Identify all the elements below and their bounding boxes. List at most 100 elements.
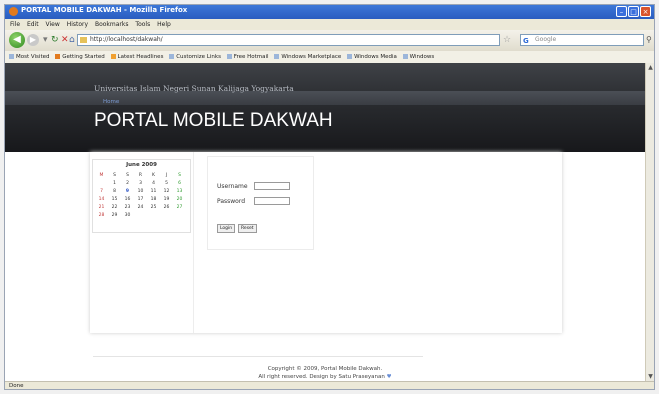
dropdown-icon[interactable]: ▾ bbox=[43, 35, 48, 45]
bookmark-item[interactable]: Most Visited bbox=[9, 51, 49, 63]
close-button[interactable]: × bbox=[640, 6, 651, 17]
menu-bar: File Edit View History Bookmarks Tools H… bbox=[5, 19, 654, 30]
bookmark-item[interactable]: Free Hotmail bbox=[226, 51, 269, 63]
login-form: Username Password Login Reset bbox=[207, 156, 314, 250]
vertical-scrollbar[interactable]: ▲ ▼ bbox=[645, 63, 654, 381]
calendar-day[interactable]: 30 bbox=[121, 211, 134, 219]
calendar-day[interactable]: 27 bbox=[173, 203, 186, 211]
search-icon[interactable]: ⚲ bbox=[646, 35, 652, 44]
calendar-week: 28 29 30 bbox=[95, 211, 186, 219]
credits-line: All right reserved. Design by Satu Prase… bbox=[5, 373, 645, 381]
bookmark-item[interactable]: Windows Marketplace bbox=[274, 51, 341, 63]
minimize-button[interactable]: – bbox=[616, 6, 627, 17]
menu-edit[interactable]: Edit bbox=[27, 19, 39, 30]
rss-icon bbox=[110, 54, 116, 59]
calendar-day[interactable]: 17 bbox=[134, 195, 147, 203]
calendar-day[interactable] bbox=[147, 211, 160, 219]
page-viewport: Universitas Islam Negeri Sunan Kalijaga … bbox=[5, 63, 645, 381]
calendar-day[interactable]: 24 bbox=[134, 203, 147, 211]
calendar-day[interactable]: 21 bbox=[95, 203, 108, 211]
bookmark-icon bbox=[9, 54, 14, 59]
calendar-day[interactable]: 18 bbox=[147, 195, 160, 203]
weekday-label: K bbox=[152, 172, 155, 178]
calendar-day[interactable]: 28 bbox=[95, 211, 108, 219]
bookmark-star-icon[interactable]: ☆ bbox=[503, 35, 511, 45]
forward-button[interactable]: ▶ bbox=[27, 34, 39, 46]
menu-history[interactable]: History bbox=[67, 19, 88, 30]
home-icon[interactable]: ⌂ bbox=[69, 35, 75, 45]
calendar-day[interactable]: 12 bbox=[160, 187, 173, 195]
reset-button[interactable]: Reset bbox=[238, 224, 257, 233]
calendar-day[interactable]: 20 bbox=[173, 195, 186, 203]
search-placeholder: Google bbox=[535, 36, 557, 43]
calendar-day[interactable] bbox=[134, 211, 147, 219]
calendar-day[interactable]: 29 bbox=[108, 211, 121, 219]
firefox-icon bbox=[9, 7, 18, 16]
weekday-label: S bbox=[113, 172, 116, 178]
scroll-down-icon[interactable]: ▼ bbox=[646, 372, 654, 381]
stop-icon[interactable]: ✕ bbox=[61, 35, 69, 45]
calendar-day[interactable]: 16 bbox=[121, 195, 134, 203]
calendar-day[interactable]: 4 bbox=[147, 179, 160, 187]
calendar-day[interactable]: 19 bbox=[160, 195, 173, 203]
window-controls: – □ × bbox=[616, 6, 651, 17]
login-button[interactable]: Login bbox=[217, 224, 236, 233]
calendar-day[interactable]: 14 bbox=[95, 195, 108, 203]
calendar-day[interactable]: 5 bbox=[160, 179, 173, 187]
calendar-day[interactable]: 23 bbox=[121, 203, 134, 211]
calendar-week: 21 22 23 24 25 26 27 bbox=[95, 203, 186, 211]
calendar-day[interactable]: 15 bbox=[108, 195, 121, 203]
password-field[interactable] bbox=[254, 197, 290, 205]
calendar-weekdays: M S S R K J S bbox=[95, 171, 186, 179]
calendar-day[interactable] bbox=[95, 179, 108, 187]
calendar-day[interactable]: 13 bbox=[173, 187, 186, 195]
calendar-grid: M S S R K J S 1 2 3 4 5 6 7 8 9 10 11 12… bbox=[95, 171, 186, 219]
calendar-day[interactable] bbox=[160, 211, 173, 219]
calendar-day-today[interactable]: 9 bbox=[121, 187, 134, 195]
username-field[interactable] bbox=[254, 182, 290, 190]
bookmark-item[interactable]: Latest Headlines bbox=[110, 51, 163, 63]
home-link[interactable]: Home bbox=[103, 99, 119, 105]
bookmark-item[interactable]: Windows Media bbox=[347, 51, 397, 63]
navigation-toolbar: ◀ ▶ ▾ ↻ ✕ ⌂ http://localhost/dakwah/ ☆ G… bbox=[5, 30, 654, 52]
bookmark-item[interactable]: Customize Links bbox=[169, 51, 221, 63]
calendar-day[interactable]: 1 bbox=[108, 179, 121, 187]
calendar-day[interactable]: 7 bbox=[95, 187, 108, 195]
weekday-label: J bbox=[165, 172, 168, 178]
bookmark-item[interactable]: Getting Started bbox=[55, 51, 105, 63]
username-label: Username bbox=[217, 183, 248, 190]
weekday-label: M bbox=[99, 172, 104, 178]
menu-help[interactable]: Help bbox=[157, 19, 171, 30]
bookmark-icon bbox=[226, 54, 232, 59]
footer-divider bbox=[93, 356, 423, 357]
browser-window: PORTAL MOBILE DAKWAH - Mozilla Firefox –… bbox=[4, 4, 655, 390]
url-text: http://localhost/dakwah/ bbox=[90, 36, 163, 43]
bookmark-item[interactable]: Windows bbox=[402, 51, 434, 63]
calendar-week: 7 8 9 10 11 12 13 bbox=[95, 187, 186, 195]
menu-bookmarks[interactable]: Bookmarks bbox=[95, 19, 129, 30]
weekday-label: R bbox=[138, 172, 143, 178]
scroll-up-icon[interactable]: ▲ bbox=[646, 63, 654, 72]
search-input[interactable]: G Google bbox=[520, 34, 644, 46]
password-label: Password bbox=[217, 198, 246, 205]
calendar-day[interactable]: 6 bbox=[173, 179, 186, 187]
calendar-day[interactable]: 2 bbox=[121, 179, 134, 187]
calendar-day[interactable]: 8 bbox=[108, 187, 121, 195]
menu-view[interactable]: View bbox=[46, 19, 60, 30]
heart-icon: ♥ bbox=[386, 374, 392, 380]
calendar-day[interactable]: 26 bbox=[160, 203, 173, 211]
calendar-day[interactable]: 22 bbox=[108, 203, 121, 211]
calendar-day[interactable]: 25 bbox=[147, 203, 160, 211]
maximize-button[interactable]: □ bbox=[628, 6, 639, 17]
back-button[interactable]: ◀ bbox=[9, 32, 25, 48]
reload-icon[interactable]: ↻ bbox=[51, 35, 59, 45]
calendar-day[interactable]: 11 bbox=[147, 187, 160, 195]
calendar-day[interactable]: 10 bbox=[134, 187, 147, 195]
calendar-day[interactable] bbox=[173, 211, 186, 219]
menu-tools[interactable]: Tools bbox=[135, 19, 150, 30]
calendar-day[interactable]: 3 bbox=[134, 179, 147, 187]
url-bar[interactable]: http://localhost/dakwah/ bbox=[77, 34, 500, 46]
calendar-week: 1 2 3 4 5 6 bbox=[95, 179, 186, 187]
menu-file[interactable]: File bbox=[10, 19, 20, 30]
credits-text: All right reserved. Design by Satu Prase… bbox=[258, 374, 385, 380]
